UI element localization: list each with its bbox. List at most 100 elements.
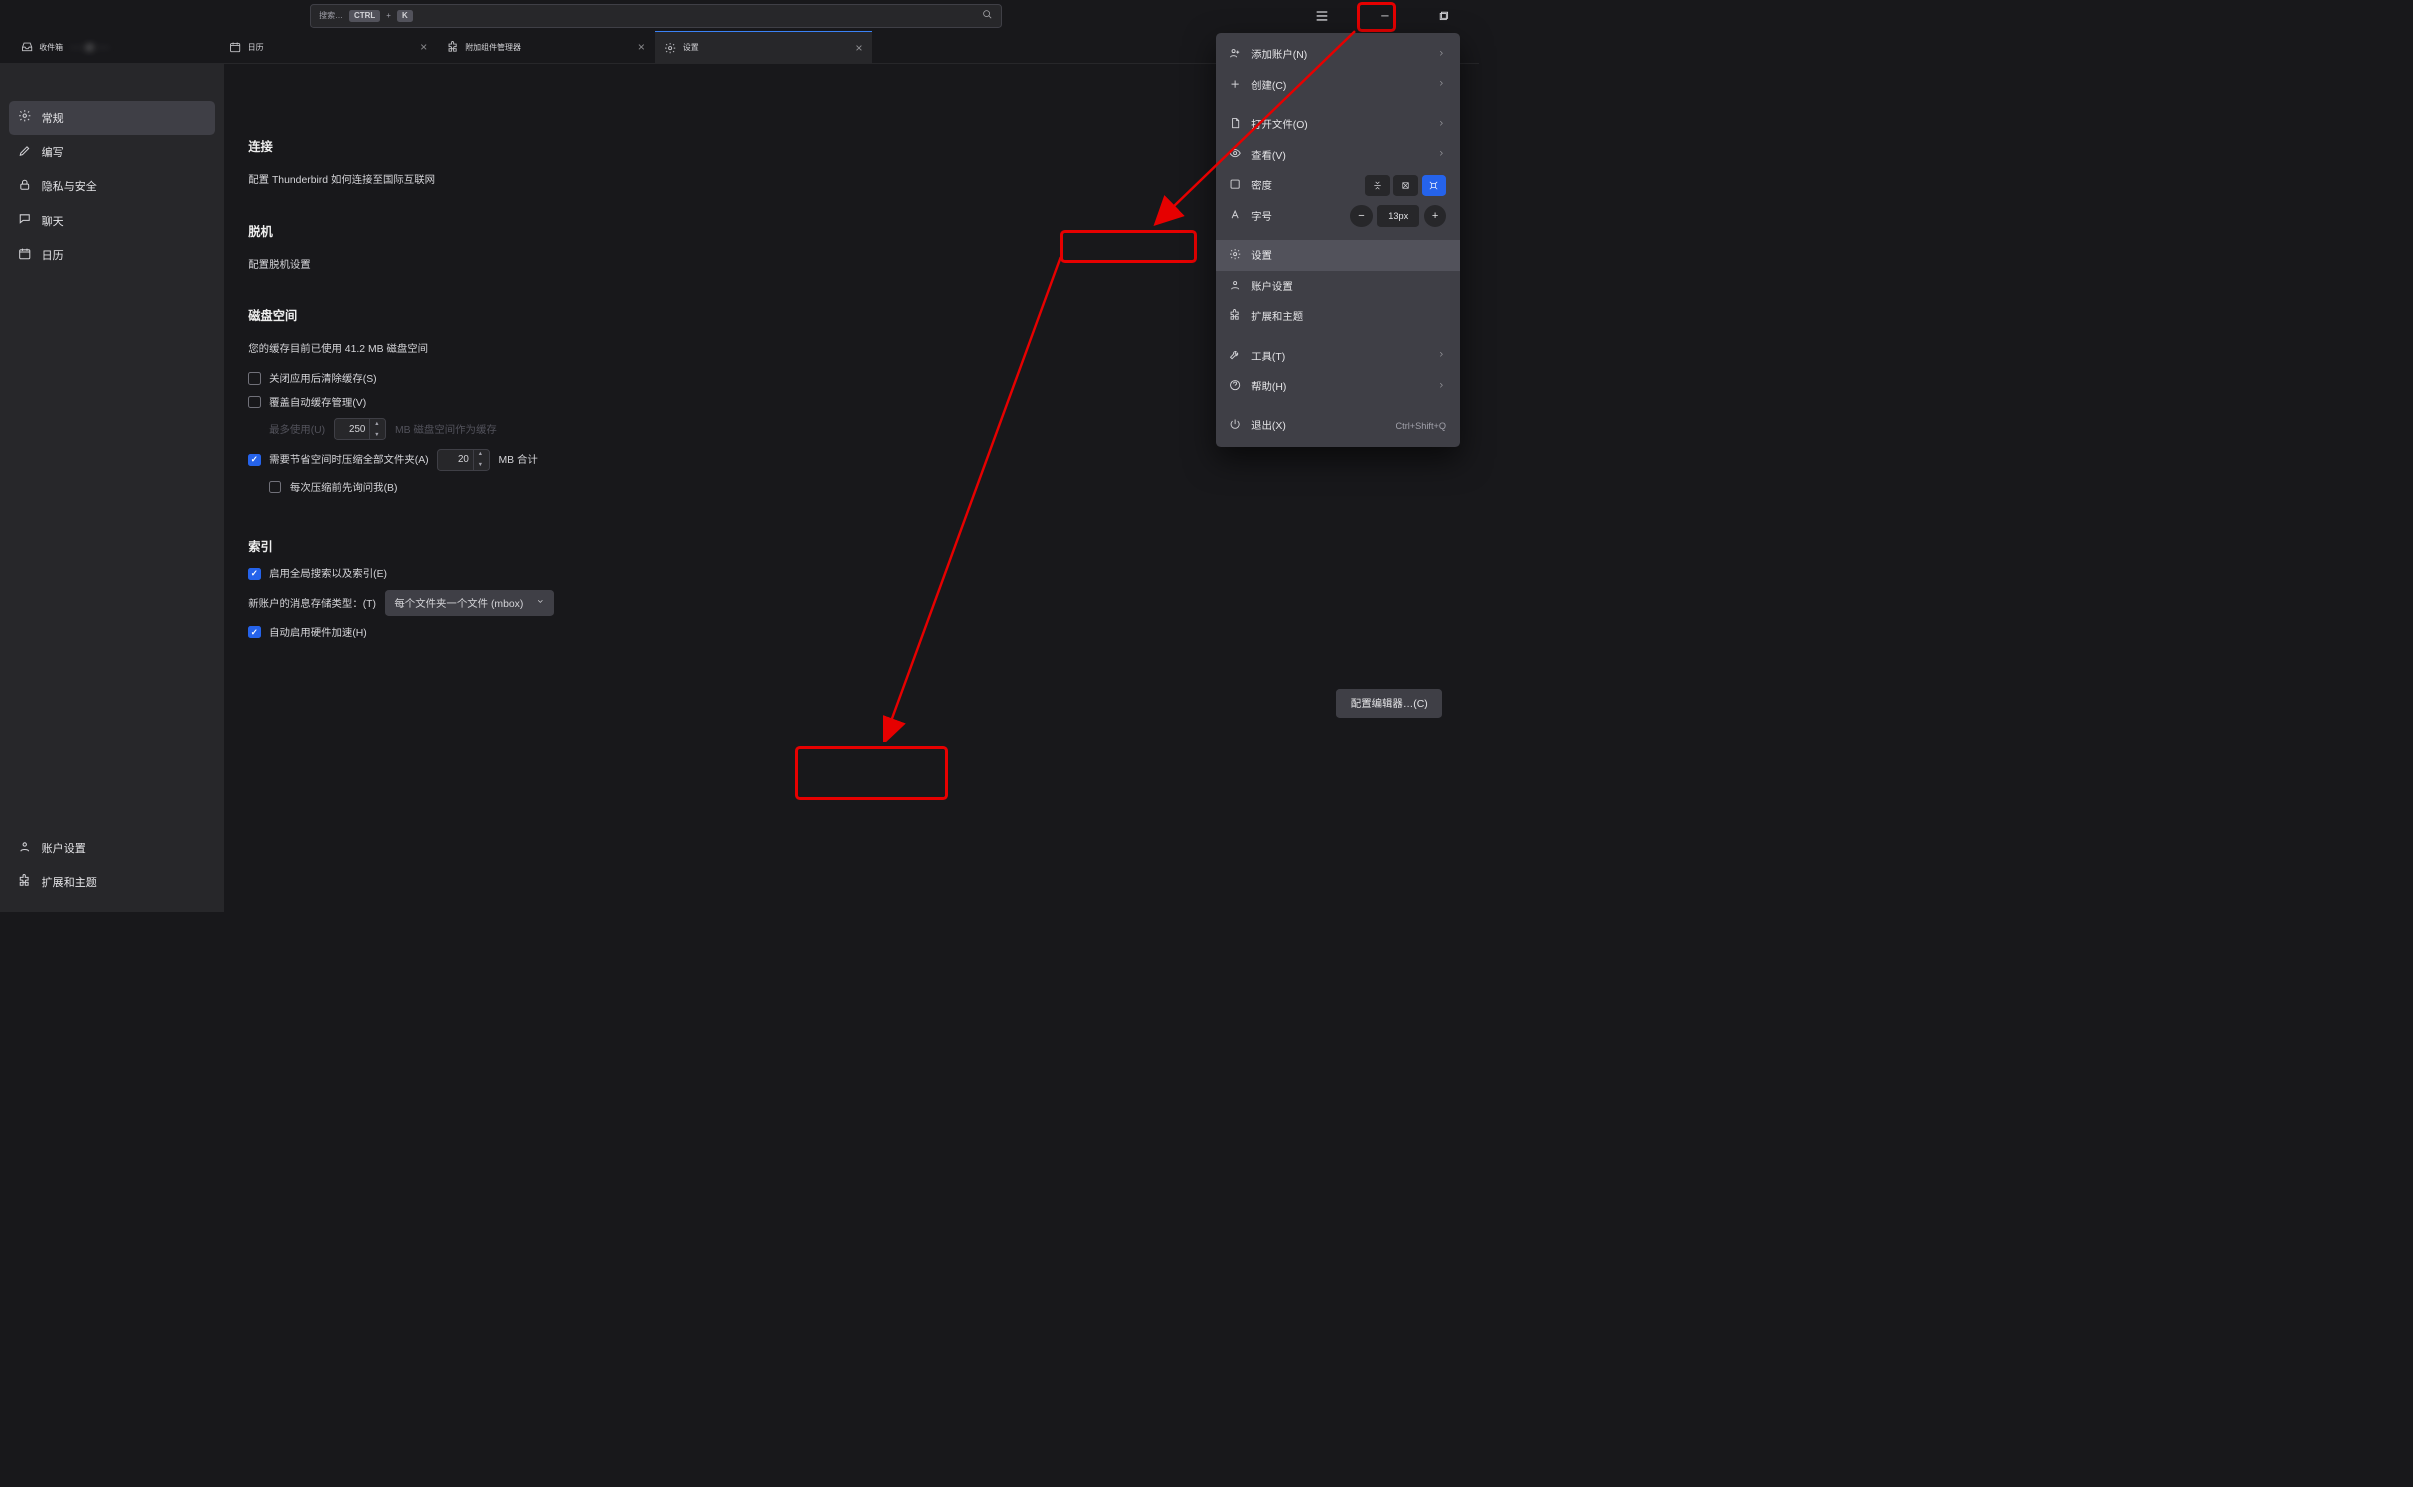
- sidebar-item-privacy[interactable]: 隐私与安全: [9, 169, 216, 203]
- calendar-icon: [229, 41, 241, 53]
- override-cache-label: 覆盖自动缓存管理(V): [269, 395, 366, 410]
- menu-label: 退出(X): [1251, 418, 1286, 433]
- menu-settings[interactable]: 设置: [1216, 240, 1460, 271]
- menu-label: 账户设置: [1251, 279, 1293, 294]
- help-icon: [1229, 379, 1241, 394]
- menu-density[interactable]: 密度: [1216, 170, 1460, 201]
- tab-addons[interactable]: 附加组件管理器 ×: [437, 31, 655, 63]
- chevron-right-icon: [1437, 381, 1446, 393]
- app-menu-button[interactable]: [1306, 4, 1337, 29]
- menu-label: 添加账户(N): [1251, 47, 1307, 62]
- stepper-up-icon[interactable]: ▲: [474, 449, 488, 460]
- font-size-value: 13px: [1377, 205, 1419, 227]
- hw-accel-checkbox[interactable]: [248, 626, 260, 638]
- compact-threshold-value[interactable]: [438, 454, 472, 465]
- kbd-k: K: [397, 10, 413, 21]
- tab-calendar[interactable]: 日历 ×: [219, 31, 437, 63]
- account-gear-icon: [18, 840, 31, 856]
- menu-tools[interactable]: 工具(T): [1216, 341, 1460, 372]
- chevron-right-icon: [1437, 49, 1446, 61]
- puzzle-icon: [447, 41, 459, 53]
- density-default-button[interactable]: [1393, 175, 1418, 196]
- menu-add-account[interactable]: 添加账户(N): [1216, 39, 1460, 70]
- menu-account-settings[interactable]: 账户设置: [1216, 271, 1460, 302]
- compact-checkbox[interactable]: [248, 454, 260, 466]
- stepper-down-icon[interactable]: ▼: [474, 460, 488, 471]
- search-placeholder: 搜索…: [319, 10, 343, 21]
- sidebar-item-compose[interactable]: 编写: [9, 135, 216, 169]
- power-icon: [1229, 418, 1241, 433]
- sidebar-item-general[interactable]: 常规: [9, 101, 216, 135]
- sidebar-item-label: 常规: [42, 110, 64, 126]
- inbox-icon: [21, 41, 33, 53]
- font-decrease-button[interactable]: −: [1350, 205, 1372, 227]
- menu-label: 字号: [1251, 209, 1272, 224]
- close-icon[interactable]: ×: [420, 40, 427, 54]
- titlebar: 搜索… CTRL + K: [0, 0, 1479, 32]
- app-menu: 添加账户(N) 创建(C) 打开文件(O) 查看(V) 密度: [1216, 33, 1460, 447]
- menu-font[interactable]: 字号 − 13px +: [1216, 201, 1460, 232]
- chevron-right-icon: [1437, 149, 1446, 161]
- kbd-ctrl: CTRL: [349, 10, 380, 21]
- close-icon[interactable]: ×: [855, 41, 862, 55]
- menu-help[interactable]: 帮助(H): [1216, 371, 1460, 402]
- global-search[interactable]: 搜索… CTRL + K: [310, 4, 1003, 27]
- menu-open-file[interactable]: 打开文件(O): [1216, 109, 1460, 140]
- sidebar-item-label: 隐私与安全: [42, 178, 97, 194]
- menu-quit[interactable]: 退出(X) Ctrl+Shift+Q: [1216, 411, 1460, 442]
- clear-on-close-checkbox[interactable]: [248, 372, 260, 384]
- stepper-down-icon[interactable]: ▼: [370, 429, 384, 440]
- max-cache-input[interactable]: ▲▼: [334, 418, 387, 440]
- font-increase-button[interactable]: +: [1424, 205, 1446, 227]
- density-compact-button[interactable]: [1365, 175, 1390, 196]
- sidebar-item-extensions[interactable]: 扩展和主题: [9, 865, 216, 899]
- chevron-right-icon: [1437, 79, 1446, 91]
- sidebar-item-label: 日历: [42, 247, 64, 263]
- stepper-up-icon[interactable]: ▲: [370, 418, 384, 429]
- menu-label: 创建(C): [1251, 78, 1286, 93]
- sidebar-item-calendar[interactable]: 日历: [9, 238, 216, 272]
- ask-before-compact-label: 每次压缩前先询问我(B): [290, 480, 398, 495]
- chevron-right-icon: [1437, 119, 1446, 131]
- density-icon: [1229, 178, 1241, 193]
- close-icon[interactable]: ×: [638, 40, 645, 54]
- window-maximize-button[interactable]: [1433, 5, 1455, 27]
- density-relaxed-button[interactable]: [1422, 175, 1447, 196]
- section-index-title: 索引: [248, 537, 1442, 555]
- config-editor-button[interactable]: 配置编辑器…(C): [1336, 689, 1442, 719]
- puzzle-icon: [18, 874, 31, 890]
- chevron-right-icon: [1437, 350, 1446, 362]
- override-cache-checkbox[interactable]: [248, 396, 260, 408]
- pencil-icon: [18, 144, 31, 160]
- annotation-box-config-editor: [795, 746, 948, 800]
- ask-before-compact-checkbox[interactable]: [269, 481, 281, 493]
- tab-label: 收件箱: [39, 42, 63, 53]
- max-use-label: 最多使用(U): [269, 422, 325, 437]
- connection-desc: 配置 Thunderbird 如何连接至国际互联网: [248, 172, 435, 187]
- menu-label: 打开文件(O): [1251, 117, 1308, 132]
- menu-label: 扩展和主题: [1251, 309, 1303, 324]
- sidebar-item-label: 扩展和主题: [42, 874, 97, 890]
- tab-label: 日历: [248, 42, 264, 53]
- window-minimize-button[interactable]: [1374, 5, 1396, 27]
- menu-extensions[interactable]: 扩展和主题: [1216, 302, 1460, 333]
- tab-inbox[interactable]: 收件箱 ·····@·····: [11, 31, 219, 63]
- hw-accel-label: 自动启用硬件加速(H): [269, 625, 367, 640]
- clear-on-close-label: 关闭应用后清除缓存(S): [269, 371, 377, 386]
- tab-settings[interactable]: 设置 ×: [655, 31, 873, 63]
- chevron-down-icon: [536, 597, 545, 609]
- compact-threshold-input[interactable]: ▲▼: [437, 449, 490, 471]
- store-type-value: 每个文件夹一个文件 (mbox): [394, 596, 523, 611]
- max-cache-value[interactable]: [335, 424, 369, 435]
- menu-view[interactable]: 查看(V): [1216, 140, 1460, 171]
- sidebar-item-account-settings[interactable]: 账户设置: [9, 831, 216, 865]
- gloda-checkbox[interactable]: [248, 568, 260, 580]
- sidebar-item-chat[interactable]: 聊天: [9, 203, 216, 237]
- chat-icon: [18, 212, 31, 228]
- compact-label: 需要节省空间时压缩全部文件夹(A): [269, 452, 429, 467]
- lock-icon: [18, 178, 31, 194]
- cache-usage: 您的缓存目前已使用 41.2 MB 磁盘空间: [248, 341, 428, 356]
- store-type-select[interactable]: 每个文件夹一个文件 (mbox): [385, 590, 554, 616]
- menu-label: 设置: [1251, 248, 1272, 263]
- menu-create[interactable]: 创建(C): [1216, 70, 1460, 101]
